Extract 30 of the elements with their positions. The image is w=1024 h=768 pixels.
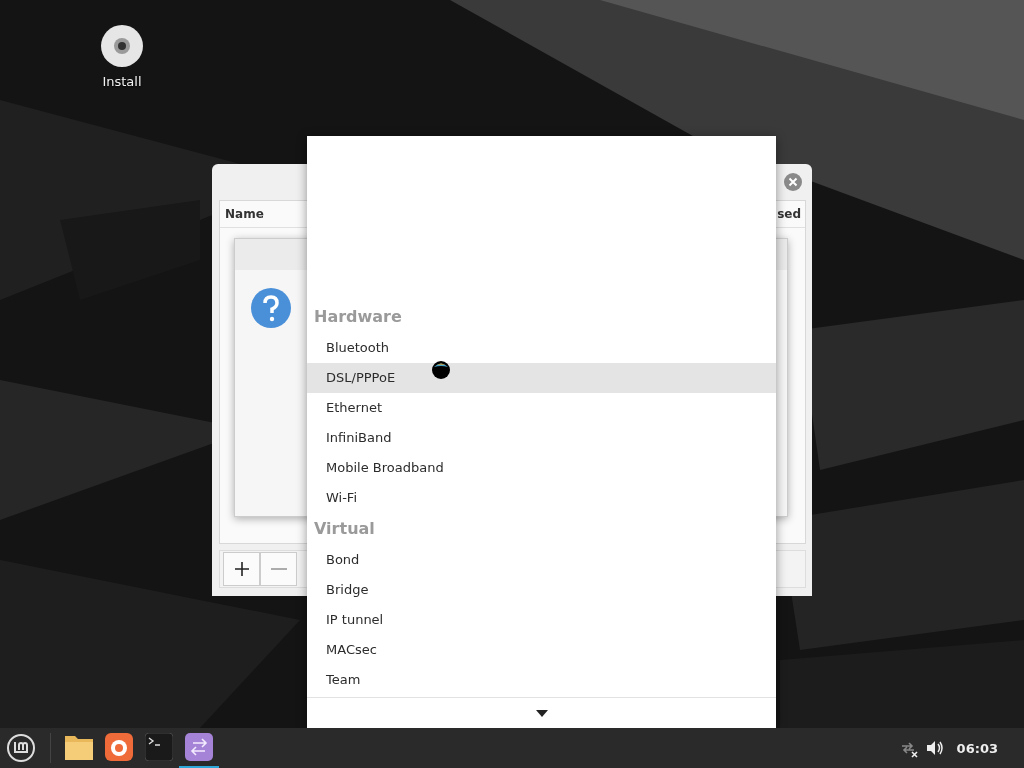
arrows-icon: [185, 733, 213, 761]
menu-item[interactable]: Bridge: [307, 575, 776, 605]
desktop-icon-label[interactable]: Install: [102, 74, 142, 89]
menu-item[interactable]: Mobile Broadband: [307, 453, 776, 483]
plus-icon: [233, 561, 250, 577]
menu-item[interactable]: Bond: [307, 545, 776, 575]
menu-item[interactable]: MACsec: [307, 635, 776, 665]
menu-item[interactable]: Team: [307, 665, 776, 695]
section-heading: Hardware: [313, 306, 403, 328]
menu-item[interactable]: IP tunnel: [307, 605, 776, 635]
scroll-down-icon[interactable]: [535, 709, 548, 717]
menu-item[interactable]: Bluetooth: [307, 333, 776, 363]
browser-icon: [105, 733, 133, 761]
menu-item[interactable]: InfiniBand: [307, 423, 776, 453]
add-button[interactable]: [223, 552, 260, 586]
question-icon: [251, 288, 291, 328]
menu-item[interactable]: Wi-Fi: [307, 483, 776, 513]
menu-item[interactable]: Ethernet: [307, 393, 776, 423]
terminal-icon: [145, 733, 173, 761]
menu-item[interactable]: DSL/PPPoE: [307, 363, 776, 393]
column-header[interactable]: sed: [777, 207, 801, 221]
disc-icon[interactable]: [100, 24, 144, 68]
menu-icon[interactable]: [6, 733, 36, 763]
folder-icon: [65, 734, 93, 760]
busy-cursor-icon: [431, 360, 451, 380]
close-icon[interactable]: [783, 172, 803, 192]
minus-icon: [270, 568, 287, 570]
clock[interactable]: 06:03: [956, 740, 998, 756]
section-heading: Virtual: [313, 518, 376, 540]
column-header[interactable]: Name: [225, 207, 264, 221]
